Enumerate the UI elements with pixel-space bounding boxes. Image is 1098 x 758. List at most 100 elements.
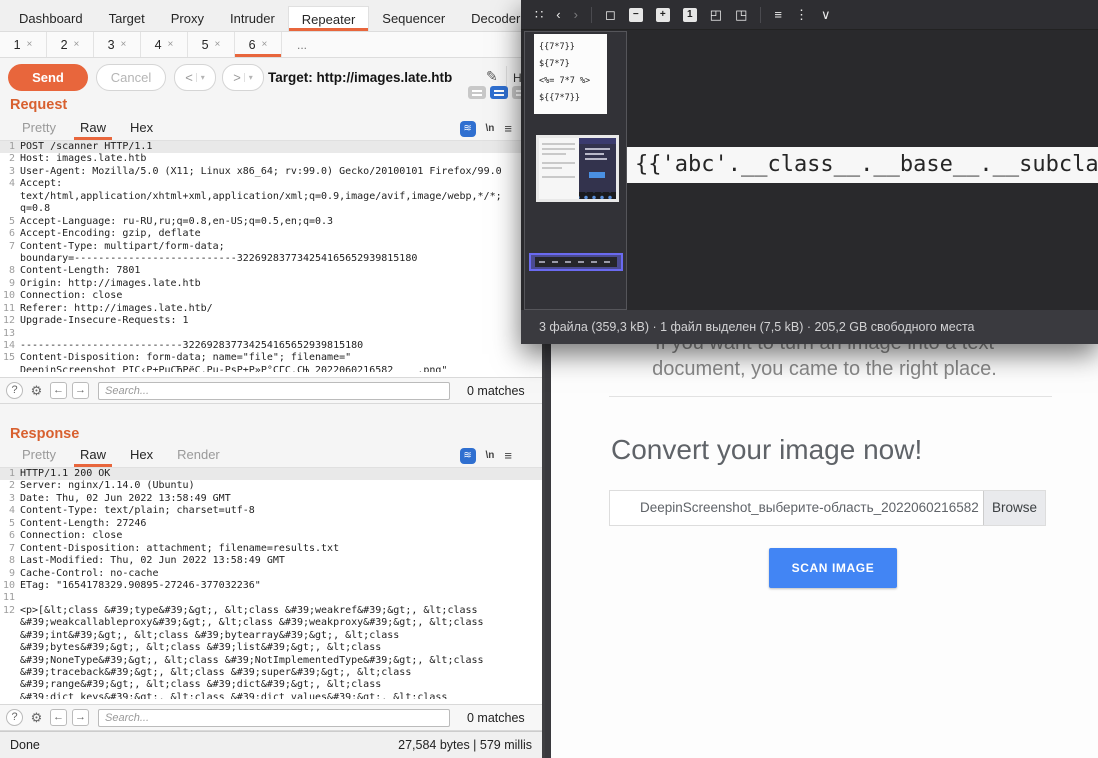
module-tab[interactable]: Proxy: [158, 6, 217, 31]
search-next-icon[interactable]: →: [72, 382, 89, 399]
module-tab[interactable]: Target: [96, 6, 158, 31]
editor-tab[interactable]: Raw: [68, 444, 118, 467]
request-line: 8Content-Length: 7801: [0, 265, 542, 277]
response-line: 8Last-Modified: Thu, 02 Jun 2022 13:58:4…: [0, 555, 542, 567]
zoom-in-icon[interactable]: +: [656, 8, 670, 22]
response-line: &#39;range&#39;&gt;, &lt;class &#39;dict…: [0, 679, 542, 691]
editor-tab[interactable]: Render: [165, 444, 232, 467]
forward-icon[interactable]: ›: [574, 8, 578, 22]
close-tab-icon[interactable]: ×: [168, 39, 174, 50]
syntax-colorize-icon[interactable]: ≋: [460, 121, 476, 137]
payload-line: ${7*7}: [539, 56, 607, 73]
show-newlines-icon[interactable]: \n: [486, 450, 495, 461]
editor-tab[interactable]: Pretty: [10, 117, 68, 140]
toolbar-separator: [591, 7, 592, 23]
response-line: &#39;weakcallableproxy&#39;&gt;, &lt;cla…: [0, 617, 542, 629]
request-line: 4Accept:: [0, 178, 542, 190]
browse-button[interactable]: Browse: [983, 491, 1045, 525]
request-line: 11Referer: http://images.late.htb/: [0, 303, 542, 315]
request-line: 9Origin: http://images.late.htb: [0, 278, 542, 290]
module-tab[interactable]: Dashboard: [6, 6, 96, 31]
scan-image-button[interactable]: SCAN IMAGE: [769, 548, 897, 588]
response-line: &#39;bytes&#39;&gt;, &lt;class &#39;list…: [0, 642, 542, 654]
burp-module-tabs: DashboardTargetProxyIntruderRepeaterSequ…: [0, 6, 542, 32]
layout-columns-icon[interactable]: [468, 86, 486, 99]
request-line: 14---------------------------32269283773…: [0, 340, 542, 352]
close-tab-icon[interactable]: ×: [74, 39, 80, 50]
show-newlines-icon[interactable]: \n: [486, 123, 495, 134]
file-upload-field[interactable]: DeepinScreenshot_выберите-область_202206…: [609, 490, 1046, 526]
editor-tab[interactable]: Hex: [118, 444, 165, 467]
status-done-label: Done: [10, 738, 40, 752]
frameless-icon[interactable]: ◳: [735, 8, 747, 22]
module-tab[interactable]: Intruder: [217, 6, 288, 31]
request-editor[interactable]: 1POST /scanner HTTP/1.1 2Host: images.la…: [0, 140, 542, 377]
request-line: 10Connection: close: [0, 290, 542, 302]
repeater-tab[interactable]: 5 ×: [188, 32, 235, 57]
request-line: 5Accept-Language: ru-RU,ru;q=0.8,en-US;q…: [0, 216, 542, 228]
repeater-tab[interactable]: 1 ×: [0, 32, 47, 57]
thumbnail-list-icon[interactable]: ≡: [774, 8, 782, 22]
viewer-status-bar: 3 файла (359,3 kB) · 1 файл выделен (7,5…: [521, 310, 1098, 344]
search-next-icon[interactable]: →: [72, 709, 89, 726]
search-settings-gear-icon[interactable]: ⚙: [28, 709, 45, 726]
editor-menu-icon[interactable]: ≡: [504, 121, 512, 136]
close-tab-icon[interactable]: ×: [121, 39, 127, 50]
close-tab-icon[interactable]: ×: [215, 39, 221, 50]
more-tabs-button[interactable]: ...: [282, 32, 322, 57]
history-forward-button[interactable]: > ▾: [222, 64, 264, 91]
back-icon[interactable]: ‹: [556, 8, 560, 22]
chevron-down-icon[interactable]: ∨: [821, 8, 831, 22]
toolbar-separator: [760, 7, 761, 23]
screenshot-thumbnail[interactable]: [536, 135, 619, 202]
module-tab[interactable]: Repeater: [288, 6, 369, 31]
selected-thumbnail[interactable]: [529, 253, 623, 271]
cancel-button[interactable]: Cancel: [96, 64, 166, 91]
apps-grid-icon[interactable]: ∷: [535, 8, 543, 22]
editor-menu-icon[interactable]: ≡: [504, 448, 512, 463]
repeater-tab[interactable]: 2 ×: [47, 32, 94, 57]
response-line: 7Content-Disposition: attachment; filena…: [0, 543, 542, 555]
fit-window-icon[interactable]: ◻: [605, 8, 616, 22]
zoom-out-icon[interactable]: −: [629, 8, 643, 22]
more-options-icon[interactable]: ⋮: [795, 8, 808, 22]
repeater-tab[interactable]: 6 ×: [235, 32, 282, 57]
file-thumbnail-panel: {{7*7}}${7*7}<%= 7*7 %>${{7*7}}: [524, 31, 627, 310]
response-panel-title: Response: [10, 426, 79, 442]
response-line: 9Cache-Control: no-cache: [0, 568, 542, 580]
editor-tab[interactable]: Hex: [118, 117, 165, 140]
help-icon[interactable]: ?: [6, 382, 23, 399]
dropdown-arrow-icon[interactable]: ▾: [196, 73, 205, 82]
module-tab[interactable]: Sequencer: [369, 6, 458, 31]
search-prev-icon[interactable]: ←: [50, 382, 67, 399]
response-editor[interactable]: 1HTTP/1.1 200 OK 2Server: nginx/1.14.0 (…: [0, 467, 542, 704]
dropdown-arrow-icon[interactable]: ▾: [244, 73, 253, 82]
request-line: text/html,application/xhtml+xml,applicat…: [0, 191, 542, 203]
toolbar-divider: [506, 66, 507, 88]
request-line: boundary=---------------------------3226…: [0, 253, 542, 265]
ssti-payload-image: {{'abc'.__class__.__base__.__subclasses_…: [627, 147, 1098, 183]
close-tab-icon[interactable]: ×: [27, 39, 33, 50]
request-line: 12Upgrade-Insecure-Requests: 1: [0, 315, 542, 327]
help-icon[interactable]: ?: [6, 709, 23, 726]
close-tab-icon[interactable]: ×: [262, 39, 268, 50]
thumbnail-art: [539, 138, 579, 199]
history-back-button[interactable]: < ▾: [174, 64, 216, 91]
request-match-count: 0 matches: [467, 384, 525, 398]
response-search-input[interactable]: [98, 709, 450, 727]
syntax-colorize-icon[interactable]: ≋: [460, 448, 476, 464]
request-search-input[interactable]: [98, 382, 450, 400]
search-prev-icon[interactable]: ←: [50, 709, 67, 726]
request-line: 1POST /scanner HTTP/1.1: [0, 141, 542, 153]
repeater-tab[interactable]: 3 ×: [94, 32, 141, 57]
search-settings-gear-icon[interactable]: ⚙: [28, 382, 45, 399]
fullscreen-icon[interactable]: ◰: [710, 8, 722, 22]
layout-rows-icon[interactable]: [490, 86, 508, 99]
actual-size-icon[interactable]: 1: [683, 8, 697, 22]
payload-image-thumbnail[interactable]: {{7*7}}${7*7}<%= 7*7 %>${{7*7}}: [534, 34, 607, 114]
editor-tab[interactable]: Pretty: [10, 444, 68, 467]
edit-target-pencil-icon[interactable]: ✎: [486, 68, 498, 85]
editor-tab[interactable]: Raw: [68, 117, 118, 140]
send-button[interactable]: Send: [8, 64, 88, 91]
repeater-tab[interactable]: 4 ×: [141, 32, 188, 57]
